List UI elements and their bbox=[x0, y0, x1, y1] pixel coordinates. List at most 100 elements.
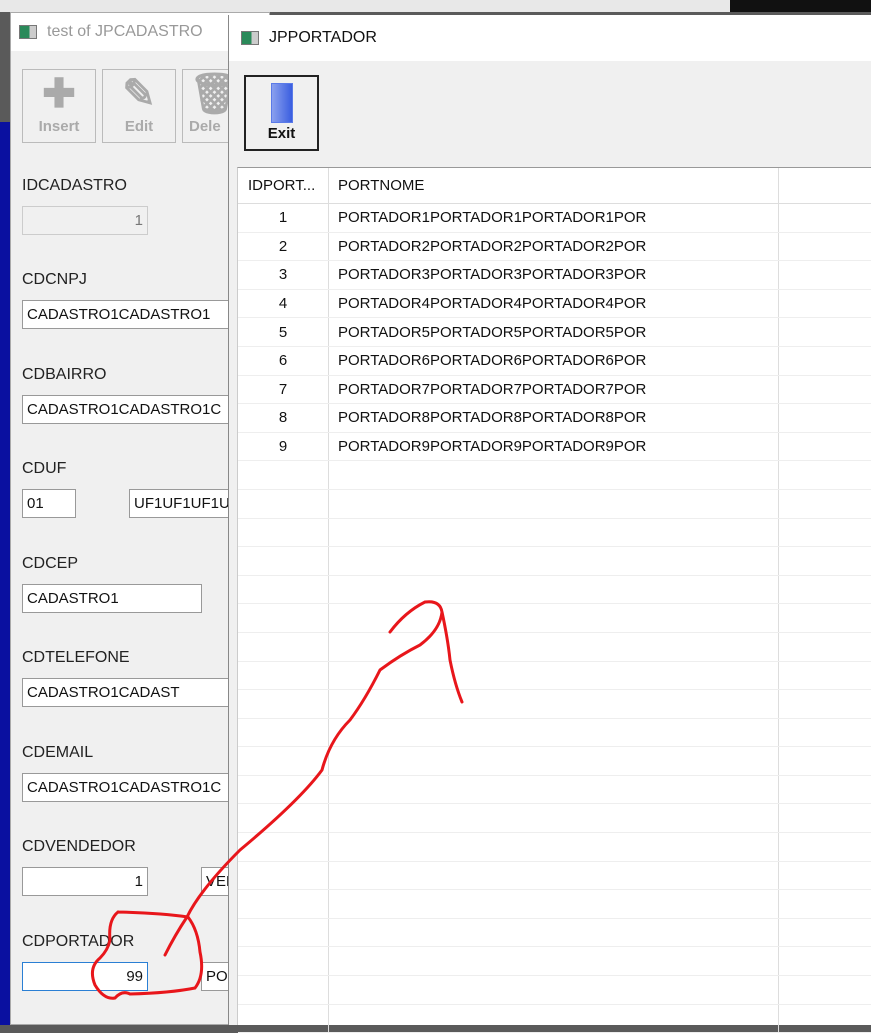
cdcnpj-field[interactable]: CADASTRO1CADASTRO1 bbox=[22, 300, 262, 329]
cell-idportador: 1 bbox=[238, 204, 329, 232]
empty-cell bbox=[238, 690, 329, 718]
grid-row[interactable]: 4 PORTADOR4PORTADOR4PORTADOR4POR bbox=[238, 289, 871, 319]
empty-grid-row bbox=[238, 518, 871, 548]
cell-idportador: 2 bbox=[238, 232, 329, 261]
empty-grid-row bbox=[238, 690, 871, 719]
insert-button[interactable]: ✚ Insert bbox=[22, 69, 96, 143]
empty-grid-row bbox=[238, 604, 871, 633]
empty-cell bbox=[238, 890, 329, 918]
empty-cell bbox=[329, 604, 779, 632]
empty-grid-row bbox=[238, 976, 871, 1005]
empty-cell bbox=[238, 547, 329, 575]
cdtelefone-field[interactable]: CADASTRO1CADAST bbox=[22, 678, 262, 707]
empty-grid-row bbox=[238, 1004, 871, 1033]
cdcep-field[interactable]: CADASTRO1 bbox=[22, 584, 202, 613]
empty-cell bbox=[329, 690, 779, 718]
empty-grid-row bbox=[238, 861, 871, 891]
cduf-field[interactable]: 01 bbox=[22, 489, 76, 518]
empty-cell bbox=[238, 775, 329, 804]
column-header-portnome[interactable]: PORTNOME bbox=[329, 168, 779, 203]
empty-cell bbox=[238, 461, 329, 489]
label-cdvendedor: CDVENDEDOR bbox=[22, 838, 136, 855]
insert-label: Insert bbox=[38, 118, 80, 135]
label-cdtelefone: CDTELEFONE bbox=[22, 649, 130, 666]
exit-button[interactable]: Exit bbox=[244, 75, 319, 151]
edit-button[interactable]: ✎ Edit bbox=[102, 69, 176, 143]
empty-cell bbox=[238, 604, 329, 632]
empty-grid-row bbox=[238, 575, 871, 605]
empty-grid-row bbox=[238, 489, 871, 519]
empty-cell bbox=[329, 575, 779, 604]
label-cdcep: CDCEP bbox=[22, 555, 79, 572]
cell-portnome: PORTADOR7PORTADOR7PORTADOR7POR bbox=[329, 375, 779, 404]
main-window-title: test of JPCADASTRO bbox=[47, 23, 203, 40]
plus-icon: ✚ bbox=[42, 72, 76, 116]
cdbairro-field[interactable]: CADASTRO1CADASTRO1C bbox=[22, 395, 262, 424]
cell-idportador: 8 bbox=[238, 404, 329, 432]
empty-cell bbox=[329, 861, 779, 890]
portador-grid[interactable]: IDPORT... PORTNOME 1 PORTADOR1PORTADOR1PO… bbox=[237, 167, 871, 1033]
grid-row[interactable]: 6 PORTADOR6PORTADOR6PORTADOR6POR bbox=[238, 346, 871, 376]
grid-row[interactable]: 2 PORTADOR2PORTADOR2PORTADOR2POR bbox=[238, 232, 871, 262]
grid-row[interactable]: 5 PORTADOR5PORTADOR5PORTADOR5POR bbox=[238, 318, 871, 347]
lookup-window-titlebar: JPPORTADOR bbox=[229, 15, 871, 61]
empty-cell bbox=[329, 632, 779, 661]
empty-cell bbox=[329, 804, 779, 833]
empty-grid-row bbox=[238, 947, 871, 977]
grid-row[interactable]: 3 PORTADOR3PORTADOR3PORTADOR3POR bbox=[238, 261, 871, 290]
empty-cell bbox=[238, 976, 329, 1004]
label-cdbairro: CDBAIRRO bbox=[22, 366, 107, 383]
empty-grid-row bbox=[238, 547, 871, 576]
empty-grid-row bbox=[238, 661, 871, 691]
grid-row[interactable]: 1 PORTADOR1PORTADOR1PORTADOR1POR bbox=[238, 204, 871, 233]
cell-idportador: 3 bbox=[238, 261, 329, 289]
empty-grid-row bbox=[238, 461, 871, 490]
empty-cell bbox=[238, 661, 329, 690]
empty-cell bbox=[329, 747, 779, 775]
empty-cell bbox=[329, 518, 779, 547]
cell-idportador: 5 bbox=[238, 318, 329, 346]
cell-idportador: 9 bbox=[238, 432, 329, 461]
label-cduf: CDUF bbox=[22, 460, 67, 477]
empty-cell bbox=[329, 718, 779, 747]
label-cdportador: CDPORTADOR bbox=[22, 933, 135, 950]
empty-cell bbox=[329, 775, 779, 804]
empty-cell bbox=[329, 489, 779, 518]
cell-portnome: PORTADOR9PORTADOR9PORTADOR9POR bbox=[329, 432, 779, 461]
cell-portnome: PORTADOR6PORTADOR6PORTADOR6POR bbox=[329, 346, 779, 375]
empty-cell bbox=[329, 918, 779, 947]
idcadastro-field[interactable]: 1 bbox=[22, 206, 148, 235]
empty-cell bbox=[238, 947, 329, 976]
cell-portnome: PORTADOR5PORTADOR5PORTADOR5POR bbox=[329, 318, 779, 346]
empty-cell bbox=[329, 947, 779, 976]
empty-grid-row bbox=[238, 918, 871, 948]
empty-cell bbox=[238, 833, 329, 861]
column-header-idportador[interactable]: IDPORT... bbox=[238, 168, 329, 203]
empty-cell bbox=[238, 718, 329, 747]
empty-cell bbox=[238, 1004, 329, 1033]
empty-cell bbox=[238, 518, 329, 547]
empty-cell bbox=[238, 489, 329, 518]
empty-cell bbox=[238, 575, 329, 604]
cdemail-field[interactable]: CADASTRO1CADASTRO1C bbox=[22, 773, 262, 802]
cell-idportador: 4 bbox=[238, 289, 329, 318]
delete-label: Dele bbox=[189, 118, 221, 135]
empty-cell bbox=[329, 976, 779, 1004]
grid-row[interactable]: 7 PORTADOR7PORTADOR7PORTADOR7POR bbox=[238, 375, 871, 405]
lookup-window: JPPORTADOR Exit IDPORT... PORTNOME 1 PORT… bbox=[228, 15, 871, 1033]
cdvendedor-field[interactable]: 1 bbox=[22, 867, 148, 896]
grid-row[interactable]: 9 PORTADOR9PORTADOR9PORTADOR9POR bbox=[238, 432, 871, 462]
cell-idportador: 7 bbox=[238, 375, 329, 404]
cdportador-field[interactable]: 99 bbox=[22, 962, 148, 991]
empty-grid-row bbox=[238, 747, 871, 776]
cell-portnome: PORTADOR1PORTADOR1PORTADOR1POR bbox=[329, 204, 779, 232]
empty-cell bbox=[329, 461, 779, 489]
cell-portnome: PORTADOR3PORTADOR3PORTADOR3POR bbox=[329, 261, 779, 289]
empty-grid-row bbox=[238, 890, 871, 919]
grid-row[interactable]: 8 PORTADOR8PORTADOR8PORTADOR8POR bbox=[238, 404, 871, 433]
empty-grid-row bbox=[238, 632, 871, 662]
empty-cell bbox=[238, 747, 329, 775]
edit-label: Edit bbox=[124, 118, 154, 135]
empty-cell bbox=[329, 547, 779, 575]
cell-portnome: PORTADOR4PORTADOR4PORTADOR4POR bbox=[329, 289, 779, 318]
